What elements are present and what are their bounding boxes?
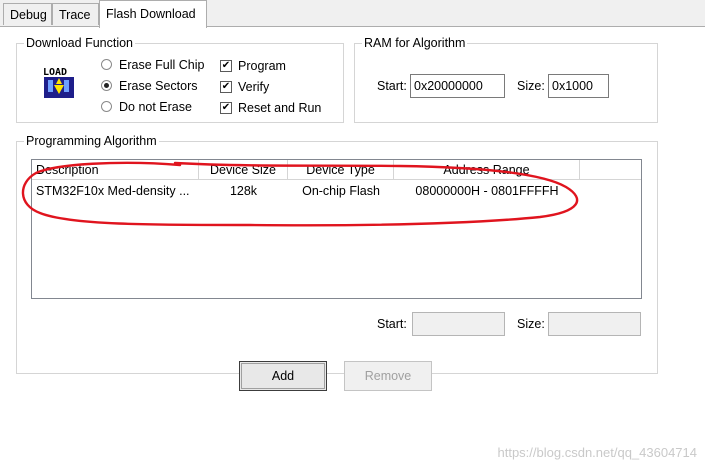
erase-full-chip-label: Erase Full Chip — [119, 58, 205, 72]
ram-for-algorithm-group: RAM for Algorithm Start: 0x20000000 Size… — [354, 35, 658, 123]
algorithm-size-input[interactable] — [548, 312, 641, 336]
row-address-range: 08000000H - 0801FFFFH — [415, 184, 559, 198]
do-not-erase-radio[interactable] — [101, 101, 112, 112]
table-row[interactable]: STM32F10x Med-density ... 128k On-chip F… — [32, 181, 641, 201]
ram-start-label: Start: — [377, 79, 407, 93]
algorithm-start-label: Start: — [377, 317, 407, 331]
reset-and-run-label: Reset and Run — [238, 101, 322, 115]
load-icon: LOAD — [42, 64, 76, 100]
programming-algorithm-title: Programming Algorithm — [24, 133, 159, 149]
erase-sectors-radio[interactable] — [101, 80, 112, 91]
column-filler — [580, 160, 641, 180]
flash-download-panel: Download Function LOAD Erase Full Chip E… — [0, 27, 705, 470]
column-device-type[interactable]: Device Type — [288, 160, 394, 180]
remove-button[interactable]: Remove — [344, 361, 432, 391]
column-address-range[interactable]: Address Range — [394, 160, 580, 180]
tab-bar: Debug Trace Flash Download — [0, 0, 705, 28]
watermark-text: https://blog.csdn.net/qq_43604714 — [497, 445, 698, 460]
download-function-group: Download Function LOAD Erase Full Chip E… — [16, 35, 344, 123]
erase-full-chip-radio[interactable] — [101, 59, 112, 70]
program-checkbox[interactable]: ✔ — [220, 60, 232, 72]
ram-start-input[interactable]: 0x20000000 — [410, 74, 505, 98]
tab-flash-download[interactable]: Flash Download — [99, 0, 207, 28]
program-label: Program — [238, 59, 286, 73]
row-device-size: 128k — [229, 184, 258, 198]
ram-size-input[interactable]: 0x1000 — [548, 74, 609, 98]
programming-algorithm-group: Programming Algorithm Description Device… — [16, 133, 658, 374]
list-header: Description Device Size Device Type Addr… — [32, 160, 641, 180]
load-icon-text: LOAD — [43, 67, 67, 78]
do-not-erase-label: Do not Erase — [119, 100, 192, 114]
verify-checkbox[interactable]: ✔ — [220, 81, 232, 93]
tab-debug[interactable]: Debug — [3, 3, 52, 25]
algorithm-list[interactable]: Description Device Size Device Type Addr… — [31, 159, 642, 299]
algorithm-size-label: Size: — [517, 317, 545, 331]
add-button[interactable]: Add — [239, 361, 327, 391]
erase-sectors-label: Erase Sectors — [119, 79, 198, 93]
row-description: STM32F10x Med-density ... — [36, 184, 190, 198]
download-function-title: Download Function — [24, 35, 136, 51]
ram-for-algorithm-title: RAM for Algorithm — [362, 35, 468, 51]
row-device-type: On-chip Flash — [302, 184, 380, 198]
column-description[interactable]: Description — [32, 160, 199, 180]
tab-trace[interactable]: Trace — [52, 3, 99, 25]
verify-label: Verify — [238, 80, 270, 94]
reset-and-run-checkbox[interactable]: ✔ — [220, 102, 232, 114]
ram-size-label: Size: — [517, 79, 545, 93]
column-device-size[interactable]: Device Size — [199, 160, 288, 180]
algorithm-start-input[interactable] — [412, 312, 505, 336]
